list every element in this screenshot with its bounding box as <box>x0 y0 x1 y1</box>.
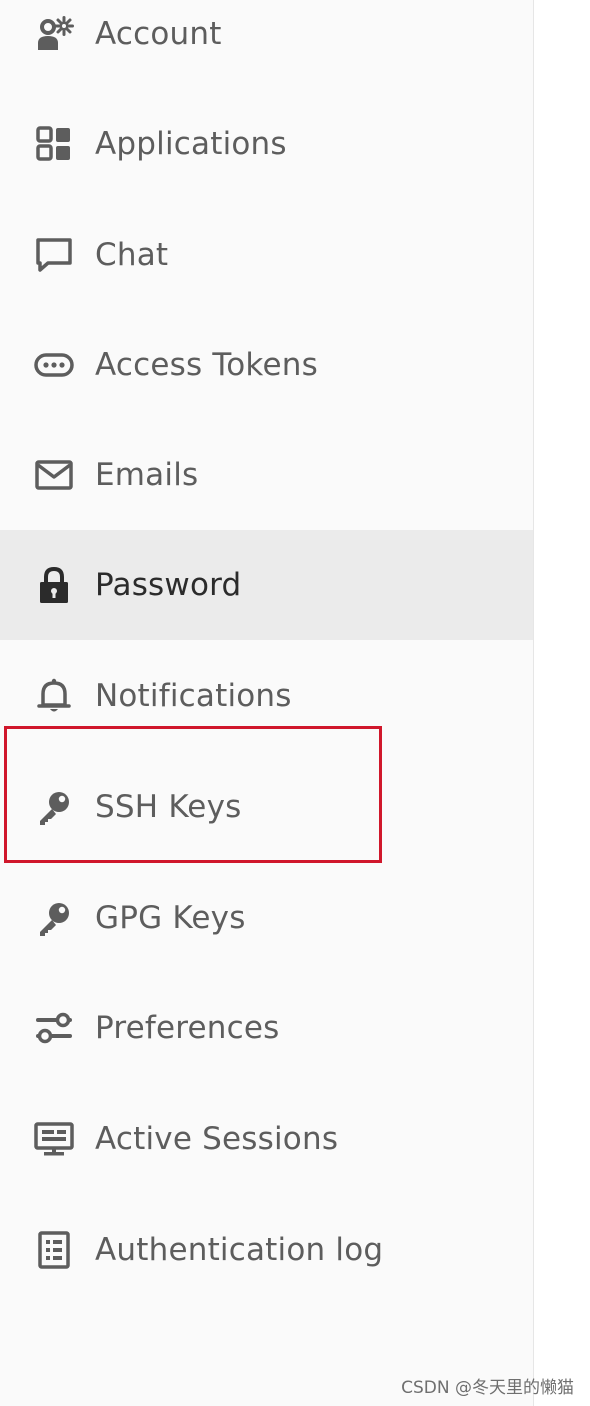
sidebar-item-label: SSH Keys <box>95 789 242 825</box>
sidebar-item-label: Active Sessions <box>95 1121 339 1157</box>
sidebar-item-chat[interactable]: Chat <box>0 200 533 310</box>
preferences-sliders-icon <box>34 1008 74 1048</box>
key-icon <box>34 898 74 938</box>
chat-bubble-icon <box>34 235 74 275</box>
key-icon <box>34 787 74 827</box>
sidebar-item-label: Access Tokens <box>95 347 318 383</box>
sidebar-item-label: Account <box>95 16 222 52</box>
sidebar-item-account[interactable]: Account <box>0 0 533 89</box>
sidebar-item-gpg-keys[interactable]: GPG Keys <box>0 863 533 973</box>
sidebar-item-label: Chat <box>95 237 169 273</box>
sidebar-item-authentication-log[interactable]: Authentication log <box>0 1195 533 1305</box>
sidebar-item-label: Notifications <box>95 678 292 714</box>
lock-icon <box>34 565 74 605</box>
envelope-icon <box>34 455 74 495</box>
sidebar-item-preferences[interactable]: Preferences <box>0 973 533 1083</box>
token-icon <box>34 345 74 385</box>
sidebar-item-ssh-keys[interactable]: SSH Keys <box>0 752 533 862</box>
account-settings-icon <box>34 14 74 54</box>
log-list-icon <box>34 1230 74 1270</box>
applications-grid-icon <box>34 124 74 164</box>
sidebar-item-label: Emails <box>95 457 199 493</box>
sidebar-item-applications[interactable]: Applications <box>0 89 533 199</box>
sidebar-item-password[interactable]: Password <box>0 530 533 640</box>
bell-icon <box>34 676 74 716</box>
settings-sidebar: Account Applications Chat Access Tokens … <box>0 0 534 1406</box>
sidebar-item-access-tokens[interactable]: Access Tokens <box>0 310 533 420</box>
sidebar-item-label: GPG Keys <box>95 900 246 936</box>
sidebar-item-label: Authentication log <box>95 1232 384 1268</box>
sidebar-item-notifications[interactable]: Notifications <box>0 641 533 751</box>
sidebar-item-label: Applications <box>95 126 287 162</box>
watermark: CSDN @冬天里的懒猫 <box>401 1378 574 1398</box>
sidebar-item-label: Preferences <box>95 1010 280 1046</box>
sidebar-item-active-sessions[interactable]: Active Sessions <box>0 1084 533 1194</box>
monitor-icon <box>34 1119 74 1159</box>
sidebar-item-emails[interactable]: Emails <box>0 420 533 530</box>
sidebar-item-label: Password <box>95 567 242 603</box>
